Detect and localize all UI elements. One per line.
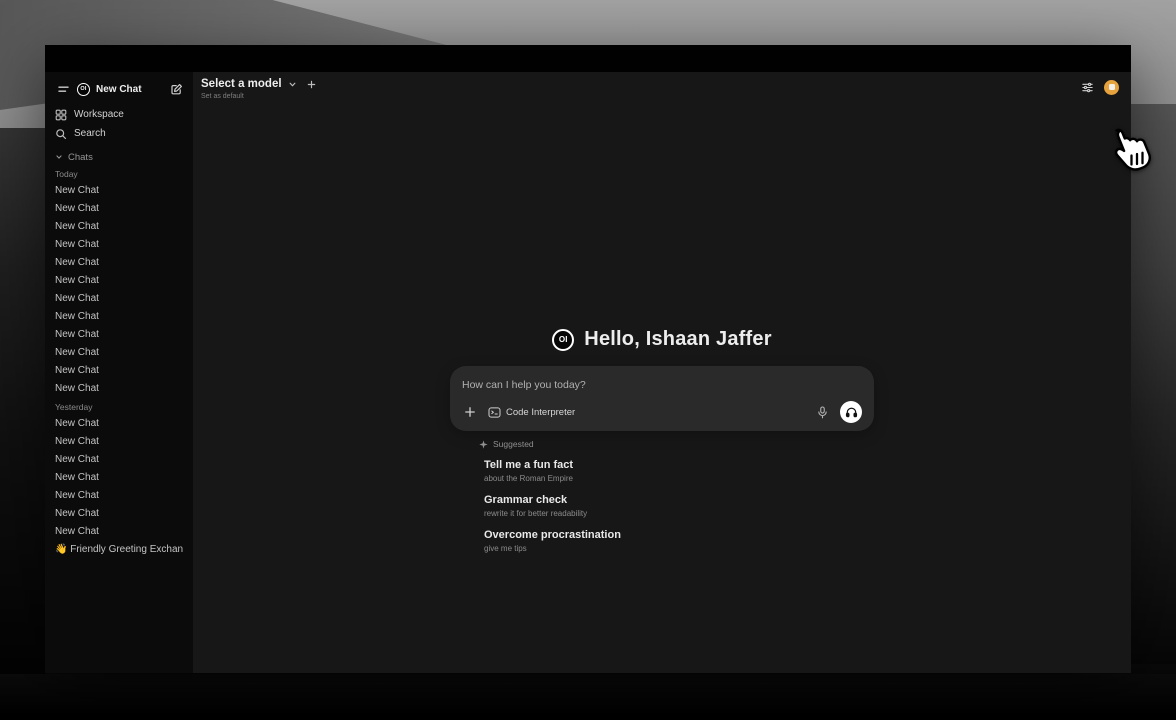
suggested-prompt-subtitle: rewrite it for better readability xyxy=(484,508,874,519)
chats-section-label: Chats xyxy=(68,152,93,163)
topbar: Select a model Set as default xyxy=(193,72,1131,116)
sidebar-item-workspace[interactable]: Workspace xyxy=(45,105,193,124)
suggested-prompt-subtitle: give me tips xyxy=(484,543,874,554)
chat-list-item[interactable]: New Chat xyxy=(55,362,183,380)
chat-list-item[interactable]: New Chat xyxy=(55,487,183,505)
sidebar-item-label: Search xyxy=(74,128,106,139)
user-avatar[interactable] xyxy=(1104,80,1119,95)
chat-list-item[interactable]: New Chat xyxy=(55,236,183,254)
suggested-prompt[interactable]: Overcome procrastinationgive me tips xyxy=(479,529,874,554)
chat-list-item[interactable]: New Chat xyxy=(55,380,183,398)
suggested-prompt-title: Grammar check xyxy=(484,494,874,507)
chat-list-item[interactable]: New Chat xyxy=(55,415,183,433)
voice-mode-button[interactable] xyxy=(840,401,862,423)
sidebar-header: OI New Chat xyxy=(45,77,193,101)
chat-list-item[interactable]: New Chat xyxy=(55,308,183,326)
main-content: Select a model Set as default xyxy=(193,72,1131,673)
set-as-default-link[interactable]: Set as default xyxy=(201,93,316,100)
suggested-prompt-subtitle: about the Roman Empire xyxy=(484,473,874,484)
sparkle-icon xyxy=(479,440,488,449)
chat-list-item[interactable]: New Chat xyxy=(55,523,183,541)
hero-section: OI Hello, Ishaan Jaffer xyxy=(450,328,874,554)
chat-list-item[interactable]: New Chat xyxy=(55,505,183,523)
workspace-grid-icon xyxy=(55,109,67,121)
chat-list-item[interactable]: New Chat xyxy=(55,344,183,362)
attach-plus-icon[interactable] xyxy=(462,404,478,420)
chat-list-item[interactable]: New Chat xyxy=(55,451,183,469)
chat-list-item[interactable]: New Chat xyxy=(55,326,183,344)
suggested-prompt[interactable]: Grammar checkrewrite it for better reada… xyxy=(479,494,874,519)
sidebar: OI New Chat Workspace xyxy=(45,72,193,673)
chats-section-toggle[interactable]: Chats xyxy=(45,149,193,165)
model-chevron-down-icon[interactable] xyxy=(288,80,297,89)
chat-group-list: TodayNew ChatNew ChatNew ChatNew ChatNew… xyxy=(45,167,193,559)
chat-list-item[interactable]: New Chat xyxy=(55,200,183,218)
app-window: OI New Chat Workspace xyxy=(45,45,1131,673)
window-titlebar xyxy=(45,45,1131,72)
wallpaper-shape xyxy=(0,128,46,688)
chevron-down-icon xyxy=(55,153,63,161)
sidebar-item-label: Workspace xyxy=(74,109,124,120)
add-model-icon[interactable] xyxy=(307,80,316,89)
new-chat-icon[interactable] xyxy=(168,81,184,97)
message-input[interactable] xyxy=(462,379,862,391)
controls-settings-icon[interactable] xyxy=(1079,79,1095,95)
wallpaper-shape xyxy=(1130,104,1176,664)
chat-list-item[interactable]: New Chat xyxy=(55,218,183,236)
suggested-label: Suggested xyxy=(493,439,534,449)
chat-list-item[interactable]: New Chat xyxy=(55,469,183,487)
suggested-section: Suggested Tell me a fun factabout the Ro… xyxy=(450,439,874,554)
app-logo-greeting-icon: OI xyxy=(552,329,574,351)
suggested-prompt-title: Overcome procrastination xyxy=(484,529,874,542)
code-interpreter-label: Code Interpreter xyxy=(506,407,575,418)
headphones-icon xyxy=(845,406,858,418)
greeting-text: Hello, Ishaan Jaffer xyxy=(584,328,771,351)
chat-list-item[interactable]: New Chat xyxy=(55,254,183,272)
sidebar-title: New Chat xyxy=(96,84,162,95)
avatar-image xyxy=(1109,84,1115,90)
chat-list-item[interactable]: New Chat xyxy=(55,433,183,451)
suggested-prompt[interactable]: Tell me a fun factabout the Roman Empire xyxy=(479,459,874,484)
wallpaper-shape xyxy=(0,674,1176,720)
message-composer[interactable]: Code Interpreter xyxy=(450,366,874,431)
chat-group-label: Yesterday xyxy=(55,400,183,415)
chat-group-label: Today xyxy=(55,167,183,182)
app-logo-icon: OI xyxy=(77,83,90,96)
app-logo-text: OI xyxy=(559,335,568,344)
chat-list-item[interactable]: New Chat xyxy=(55,290,183,308)
sidebar-item-search[interactable]: Search xyxy=(45,124,193,143)
chat-list-item[interactable]: 👋 Friendly Greeting Exchange xyxy=(55,541,183,559)
suggested-list: Tell me a fun factabout the Roman Empire… xyxy=(479,459,874,554)
search-icon xyxy=(55,128,67,140)
chat-list-item[interactable]: New Chat xyxy=(55,182,183,200)
microphone-icon[interactable] xyxy=(814,404,830,420)
sidebar-nav: Workspace Search xyxy=(45,105,193,143)
code-interpreter-toggle[interactable]: Code Interpreter xyxy=(488,407,575,418)
model-selector[interactable]: Select a model xyxy=(201,78,282,90)
sidebar-toggle-icon[interactable] xyxy=(55,81,71,97)
suggested-header: Suggested xyxy=(479,439,874,449)
app-logo-text: OI xyxy=(80,86,86,92)
suggested-prompt-title: Tell me a fun fact xyxy=(484,459,874,472)
chat-list-item[interactable]: New Chat xyxy=(55,272,183,290)
terminal-icon xyxy=(488,407,501,418)
